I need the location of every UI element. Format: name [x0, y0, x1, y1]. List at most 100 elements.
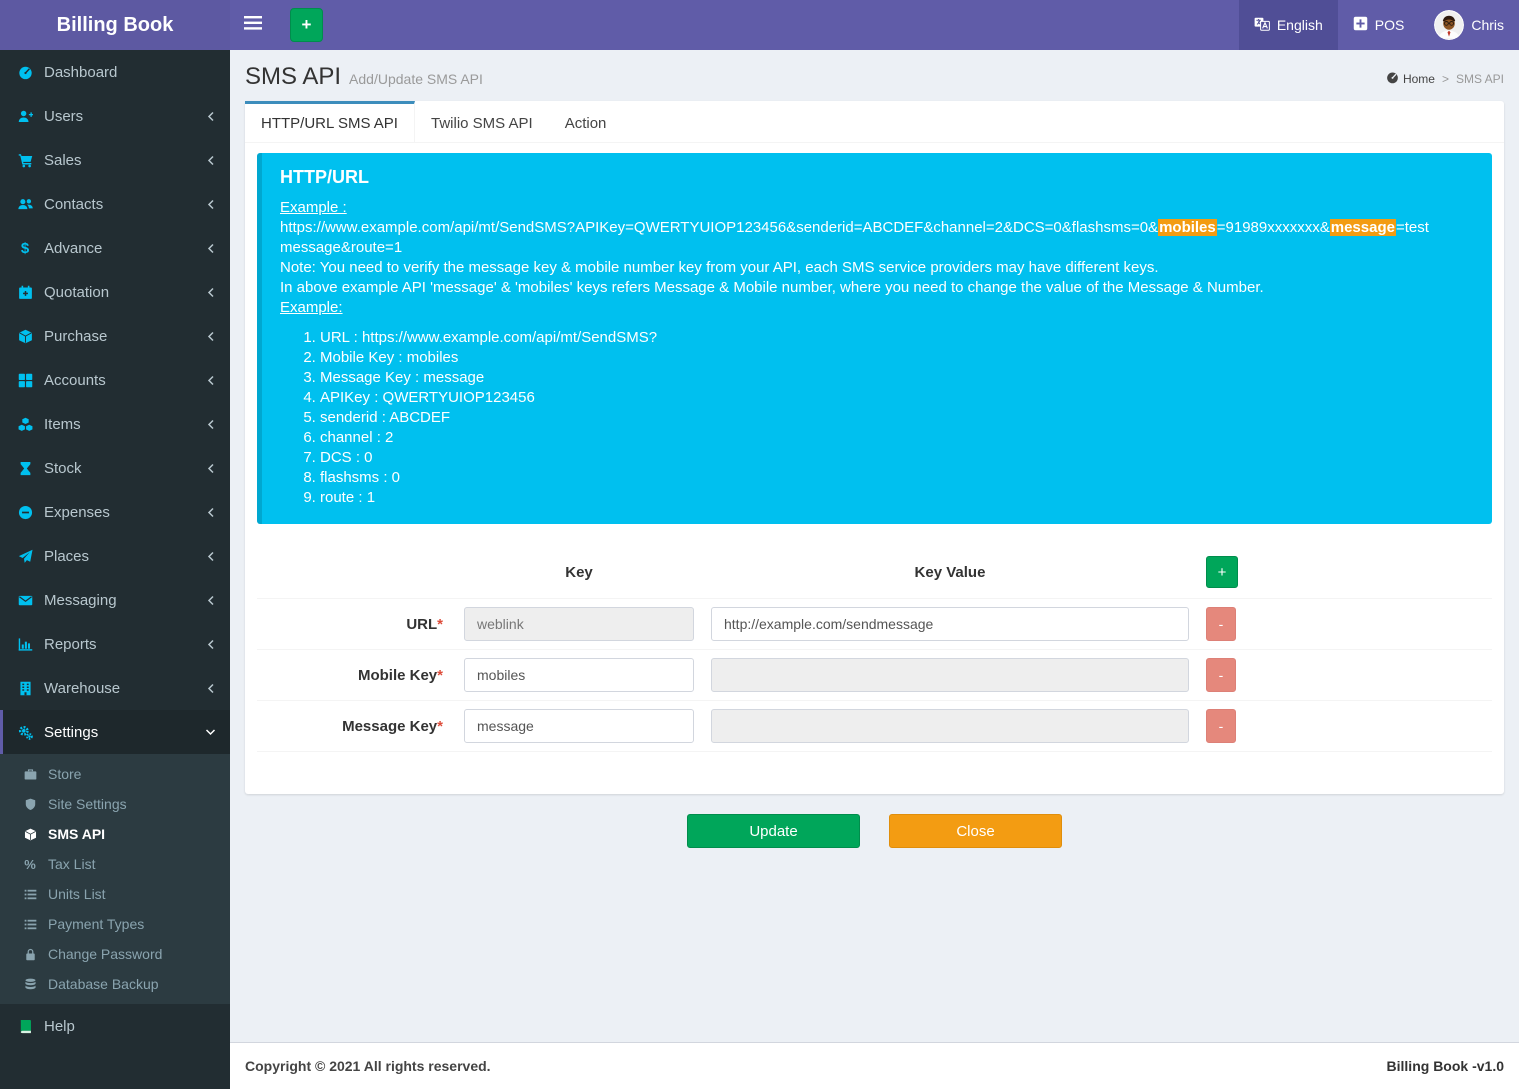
sidebar-item-sales[interactable]: Sales — [0, 138, 230, 182]
required-mark: * — [437, 718, 443, 735]
sidebar-item-label: Help — [44, 1018, 75, 1035]
submenu-item-label: Database Backup — [48, 976, 159, 992]
sidebar-item-advance[interactable]: $ Advance — [0, 226, 230, 270]
http-url-callout: HTTP/URL Example : https://www.example.c… — [257, 153, 1492, 524]
sidebar-item-places[interactable]: Places — [0, 534, 230, 578]
tab-action[interactable]: Action — [549, 101, 623, 142]
list-item: APIKey : QWERTYUIOP123456 — [320, 388, 1474, 408]
row-label: Message Key* — [257, 718, 447, 735]
user-menu[interactable]: Chris — [1419, 0, 1519, 50]
chevron-down-icon — [205, 727, 216, 737]
copyright-text: Copyright © 2021 All rights reserved. — [245, 1058, 491, 1074]
sidebar-item-accounts[interactable]: Accounts — [0, 358, 230, 402]
chevron-left-icon — [206, 331, 216, 342]
remove-row-button[interactable]: - — [1206, 607, 1236, 641]
app-title: Billing Book — [57, 14, 174, 37]
gears-icon — [15, 725, 35, 740]
submenu-item-label: Units List — [48, 886, 106, 902]
sidebar-item-label: Reports — [44, 636, 97, 653]
sidebar-item-purchase[interactable]: Purchase — [0, 314, 230, 358]
sidebar-item-label: Users — [44, 108, 83, 125]
chevron-left-icon — [206, 595, 216, 606]
envelope-icon — [15, 593, 35, 608]
sidebar-item-warehouse[interactable]: Warehouse — [0, 666, 230, 710]
user-plus-icon — [15, 109, 35, 124]
submenu-item-site-settings[interactable]: Site Settings — [0, 789, 230, 819]
tab-twilio-sms-api[interactable]: Twilio SMS API — [415, 101, 549, 142]
sidebar-item-contacts[interactable]: Contacts — [0, 182, 230, 226]
sidebar-item-label: Sales — [44, 152, 82, 169]
quick-add-button[interactable]: + — [290, 8, 323, 42]
chevron-left-icon — [206, 199, 216, 210]
add-row-button[interactable]: + — [1206, 556, 1238, 588]
row-label: URL* — [257, 616, 447, 633]
tab-http-url-sms-api[interactable]: HTTP/URL SMS API — [245, 101, 415, 142]
chevron-left-icon — [206, 155, 216, 166]
app-logo[interactable]: Billing Book — [0, 0, 230, 50]
example-url-line: https://www.example.com/api/mt/SendSMS?A… — [280, 218, 1474, 258]
sidebar-item-label: Items — [44, 416, 81, 433]
tachometer-icon — [1386, 71, 1399, 87]
breadcrumb-home-link[interactable]: Home — [1386, 71, 1435, 87]
remove-row-button[interactable]: - — [1206, 709, 1236, 743]
url-value-input[interactable] — [711, 607, 1189, 641]
table-row-url: URL* - — [257, 598, 1492, 649]
submenu-item-units-list[interactable]: Units List — [0, 879, 230, 909]
language-icon — [1254, 16, 1270, 35]
example-link-2[interactable]: Example: — [280, 299, 343, 316]
content-header: SMS API Add/Update SMS API Home > SMS AP… — [230, 50, 1519, 101]
list-item: senderid : ABCDEF — [320, 408, 1474, 428]
message-key-input[interactable] — [464, 709, 694, 743]
sidebar-item-label: Places — [44, 548, 89, 565]
version-text: Billing Book -v1.0 — [1387, 1058, 1504, 1074]
sidebar-item-dashboard[interactable]: Dashboard — [0, 50, 230, 94]
mobile-key-input[interactable] — [464, 658, 694, 692]
remove-row-button[interactable]: - — [1206, 658, 1236, 692]
sidebar-item-reports[interactable]: Reports — [0, 622, 230, 666]
submenu-item-payment-types[interactable]: Payment Types — [0, 909, 230, 939]
submenu-item-sms-api[interactable]: SMS API — [0, 819, 230, 849]
submenu-item-tax-list[interactable]: % Tax List — [0, 849, 230, 879]
chevron-left-icon — [206, 463, 216, 474]
avatar — [1434, 10, 1464, 40]
sidebar-item-users[interactable]: Users — [0, 94, 230, 138]
sidebar-item-label: Settings — [44, 724, 98, 741]
sidebar-item-expenses[interactable]: Expenses — [0, 490, 230, 534]
update-button[interactable]: Update — [687, 814, 860, 848]
sidebar-item-quotation[interactable]: Quotation — [0, 270, 230, 314]
list-item: Message Key : message — [320, 368, 1474, 388]
shopping-cart-icon — [15, 153, 35, 168]
language-menu[interactable]: English — [1239, 0, 1338, 50]
sidebar-item-label: Quotation — [44, 284, 109, 301]
submenu-item-label: Tax List — [48, 856, 95, 872]
required-mark: * — [437, 667, 443, 684]
sidebar-item-items[interactable]: Items — [0, 402, 230, 446]
sidebar-item-help[interactable]: Help — [0, 1004, 230, 1048]
bars-icon — [244, 16, 262, 35]
submenu-item-label: Site Settings — [48, 796, 127, 812]
sidebar-toggle-button[interactable] — [230, 0, 276, 50]
submenu-item-change-password[interactable]: Change Password — [0, 939, 230, 969]
mobile-key-value-input — [711, 658, 1189, 692]
sidebar-item-stock[interactable]: Stock — [0, 446, 230, 490]
breadcrumb: Home > SMS API — [1386, 71, 1504, 87]
pos-menu[interactable]: POS — [1338, 0, 1420, 50]
example-link[interactable]: Example : — [280, 199, 347, 216]
list-item: route : 1 — [320, 488, 1474, 508]
table-row-message-key: Message Key* - — [257, 700, 1492, 752]
submenu-item-database-backup[interactable]: Database Backup — [0, 969, 230, 999]
chevron-left-icon — [206, 111, 216, 122]
close-button[interactable]: Close — [889, 814, 1062, 848]
users-icon — [15, 197, 35, 212]
chevron-left-icon — [206, 287, 216, 298]
book-icon — [15, 1019, 35, 1034]
sidebar-item-label: Advance — [44, 240, 102, 257]
dollar-icon: $ — [15, 241, 35, 256]
sidebar-item-messaging[interactable]: Messaging — [0, 578, 230, 622]
list-icon — [21, 918, 39, 931]
sidebar-item-settings[interactable]: Settings — [0, 710, 230, 754]
sidebar-item-label: Purchase — [44, 328, 107, 345]
submenu-item-store[interactable]: Store — [0, 759, 230, 789]
page-subtitle: Add/Update SMS API — [349, 71, 483, 87]
sidebar-item-label: Dashboard — [44, 64, 117, 81]
